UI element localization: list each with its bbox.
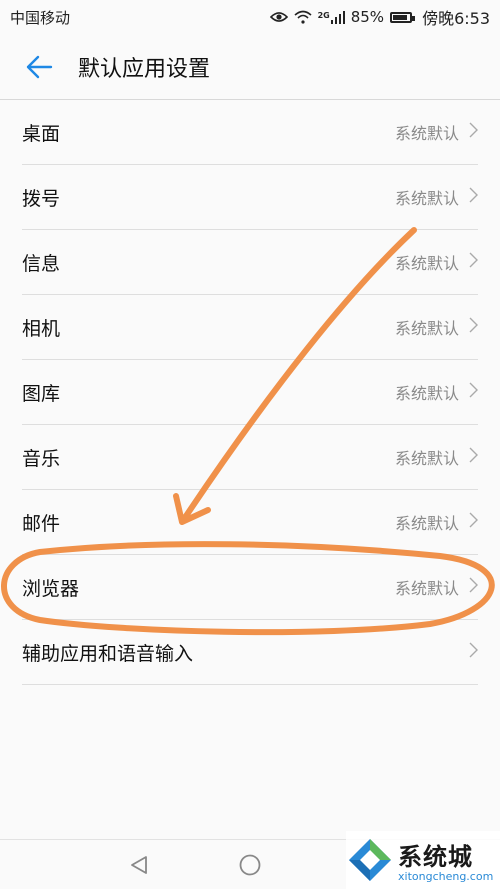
list-item[interactable]: 辅助应用和语音输入 — [22, 620, 478, 685]
list-item-label: 邮件 — [22, 512, 61, 535]
chevron-right-icon — [469, 317, 478, 337]
list-item[interactable]: 图库 系统默认 — [22, 360, 478, 425]
nav-back-button[interactable] — [126, 852, 152, 878]
list-item[interactable]: 桌面 系统默认 — [22, 100, 478, 165]
list-item[interactable]: 信息 系统默认 — [22, 230, 478, 295]
list-item-label: 音乐 — [22, 447, 61, 470]
watermark: 系统城 xitongcheng.com — [346, 831, 500, 889]
watermark-title: 系统城 — [398, 843, 473, 871]
page-title: 默认应用设置 — [78, 56, 211, 82]
chevron-right-icon — [469, 642, 478, 662]
chevron-right-icon — [469, 512, 478, 532]
chevron-right-icon — [469, 122, 478, 142]
list-item-label: 信息 — [22, 252, 61, 275]
battery-icon — [390, 11, 416, 23]
list-item-value: 系统默认 — [394, 254, 459, 273]
carrier-label: 中国移动 — [10, 8, 71, 27]
back-button[interactable] — [0, 34, 78, 100]
list-item[interactable]: 邮件 系统默认 — [22, 490, 478, 555]
list-item-value: 系统默认 — [394, 189, 459, 208]
watermark-url: xitongcheng.com — [398, 870, 494, 883]
chevron-right-icon — [469, 382, 478, 402]
list-item-label: 辅助应用和语音输入 — [22, 642, 194, 665]
list-item-label: 桌面 — [22, 122, 61, 145]
list-item-browser[interactable]: 浏览器 系统默认 — [22, 555, 478, 620]
circle-home-icon — [239, 854, 261, 876]
list-item-label: 浏览器 — [22, 577, 80, 600]
list-item-label: 图库 — [22, 382, 61, 405]
eye-comfort-icon — [269, 11, 288, 23]
chevron-right-icon — [469, 252, 478, 272]
list-item-value: 系统默认 — [394, 384, 459, 403]
triangle-back-icon — [131, 856, 147, 874]
back-arrow-icon — [26, 55, 53, 78]
list-item[interactable]: 音乐 系统默认 — [22, 425, 478, 490]
app-header: 默认应用设置 — [0, 34, 500, 100]
battery-percent: 85% — [350, 8, 385, 26]
list-item-value: 系统默认 — [394, 579, 459, 598]
list-item-value: 系统默认 — [394, 449, 459, 468]
list-item-label: 拨号 — [22, 187, 61, 210]
chevron-right-icon — [469, 187, 478, 207]
list-item-label: 相机 — [22, 317, 61, 340]
diamond-logo-icon — [349, 839, 391, 881]
battery-level-fill — [393, 14, 408, 20]
nav-home-button[interactable] — [237, 852, 263, 878]
list-item-value: 系统默认 — [394, 319, 459, 338]
settings-list: 桌面 系统默认 拨号 系统默认 信息 系统默认 相机 系统默认 图库 系统默认 … — [0, 100, 500, 685]
chevron-right-icon — [469, 447, 478, 467]
wifi-icon — [294, 10, 312, 24]
chevron-right-icon — [469, 577, 478, 597]
network-type-label: 2G — [317, 10, 330, 20]
list-item[interactable]: 拨号 系统默认 — [22, 165, 478, 230]
status-bar: 中国移动 2G 85% 傍晚6:53 — [0, 0, 500, 34]
signal-icon: 2G — [317, 10, 345, 24]
list-item-value: 系统默认 — [394, 514, 459, 533]
list-item-value: 系统默认 — [394, 124, 459, 143]
clock-time: 傍晚6:53 — [422, 9, 490, 28]
list-item[interactable]: 相机 系统默认 — [22, 295, 478, 360]
status-icons: 2G 85% 傍晚6:53 — [269, 5, 490, 29]
